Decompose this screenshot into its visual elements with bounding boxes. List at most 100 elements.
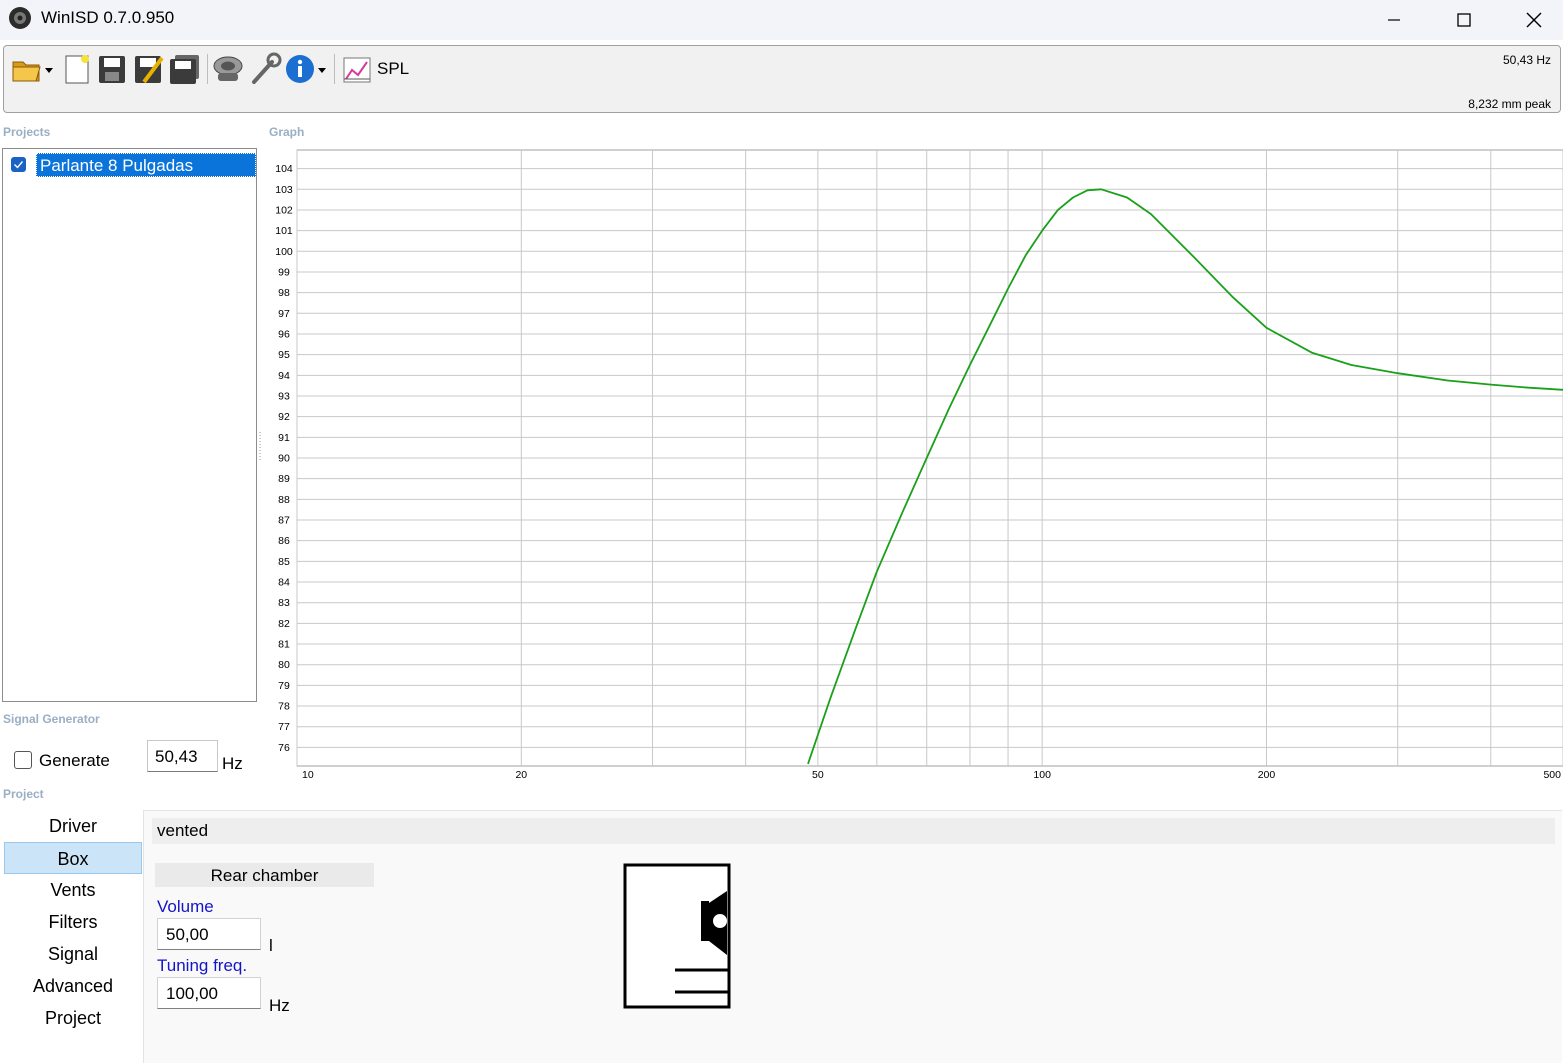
box-diagram bbox=[623, 863, 731, 1009]
y-tick-label: 102 bbox=[275, 204, 293, 216]
y-tick-label: 94 bbox=[278, 370, 290, 382]
checkmark-icon bbox=[14, 161, 24, 169]
status-excursion: 8,232 mm peak bbox=[1468, 97, 1551, 111]
y-tick-label: 86 bbox=[278, 535, 290, 547]
spl-label: SPL bbox=[377, 59, 410, 78]
tools-button[interactable] bbox=[248, 52, 282, 86]
generate-checkbox[interactable] bbox=[14, 751, 32, 769]
info-icon bbox=[286, 55, 326, 83]
volume-label: Volume bbox=[157, 897, 214, 916]
save-all-button[interactable] bbox=[168, 52, 202, 86]
x-tick-label: 100 bbox=[1033, 769, 1051, 781]
y-tick-label: 97 bbox=[278, 308, 290, 320]
generator-frequency-unit: Hz bbox=[222, 754, 243, 773]
x-tick-label: 200 bbox=[1258, 769, 1276, 781]
new-project-button[interactable] bbox=[62, 52, 94, 86]
project-name: Parlante 8 Pulgadas bbox=[36, 153, 256, 177]
y-tick-label: 78 bbox=[278, 701, 290, 713]
projects-section-label: Projects bbox=[3, 125, 51, 139]
y-tick-label: 103 bbox=[275, 184, 293, 196]
project-nav: Driver Box Vents Filters Signal Advanced… bbox=[4, 810, 142, 1034]
y-tick-label: 84 bbox=[278, 577, 290, 589]
close-icon bbox=[1526, 12, 1542, 28]
minimize-icon bbox=[1388, 19, 1400, 21]
graph-section-label: Graph bbox=[269, 125, 305, 139]
y-tick-label: 92 bbox=[278, 411, 290, 423]
minimize-button[interactable] bbox=[1359, 0, 1429, 40]
x-tick-label: 10 bbox=[302, 769, 314, 781]
x-tick-label: 50 bbox=[812, 769, 824, 781]
maximize-icon bbox=[1457, 13, 1471, 27]
y-tick-label: 89 bbox=[278, 473, 290, 485]
y-tick-label: 80 bbox=[278, 659, 290, 671]
generator-frequency-input[interactable]: 50,43 bbox=[147, 740, 218, 772]
y-tick-label: 85 bbox=[278, 556, 290, 568]
save-all-icon bbox=[170, 55, 199, 84]
y-tick-label: 91 bbox=[278, 432, 290, 444]
close-button[interactable] bbox=[1499, 0, 1563, 40]
toolbar-separator bbox=[334, 54, 335, 84]
box-panel bbox=[143, 810, 1562, 1063]
speaker-driver-icon bbox=[213, 56, 243, 81]
nav-driver[interactable]: Driver bbox=[4, 810, 142, 842]
save-as-button[interactable] bbox=[132, 52, 166, 86]
driver-editor-button[interactable] bbox=[211, 52, 245, 86]
generate-label: Generate bbox=[39, 751, 110, 770]
title-bar: WinISD 0.7.0.950 bbox=[0, 0, 1563, 40]
y-tick-label: 83 bbox=[278, 597, 290, 609]
tuning-freq-input[interactable]: 100,00 bbox=[157, 977, 261, 1009]
open-project-button[interactable] bbox=[10, 52, 56, 86]
y-tick-label: 81 bbox=[278, 639, 290, 651]
x-tick-label: 500 bbox=[1543, 769, 1561, 781]
window-title: WinISD 0.7.0.950 bbox=[41, 8, 175, 27]
open-folder-icon bbox=[12, 61, 53, 82]
signal-generator-section-label: Signal Generator bbox=[3, 712, 100, 726]
projects-list[interactable]: Parlante 8 Pulgadas bbox=[2, 148, 257, 702]
save-as-pencil-icon bbox=[135, 56, 164, 84]
x-tick-label: 20 bbox=[515, 769, 527, 781]
y-tick-label: 77 bbox=[278, 721, 290, 733]
maximize-button[interactable] bbox=[1429, 0, 1499, 40]
y-tick-label: 88 bbox=[278, 494, 290, 506]
y-tick-label: 76 bbox=[278, 742, 290, 754]
project-item[interactable]: Parlante 8 Pulgadas bbox=[9, 153, 256, 177]
save-button[interactable] bbox=[96, 52, 128, 86]
nav-vents[interactable]: Vents bbox=[4, 874, 142, 906]
volume-unit: l bbox=[269, 936, 273, 955]
y-tick-label: 99 bbox=[278, 266, 290, 278]
tuning-freq-label: Tuning freq. bbox=[157, 956, 248, 975]
wrench-icon bbox=[252, 52, 282, 84]
y-tick-label: 95 bbox=[278, 349, 290, 361]
y-tick-label: 104 bbox=[275, 163, 293, 175]
tuning-freq-unit: Hz bbox=[269, 996, 290, 1015]
nav-box[interactable]: Box bbox=[4, 842, 142, 874]
rear-chamber-header: Rear chamber bbox=[155, 863, 374, 887]
save-disk-icon bbox=[99, 56, 125, 83]
info-button[interactable] bbox=[284, 52, 332, 86]
y-tick-label: 96 bbox=[278, 328, 290, 340]
y-tick-label: 82 bbox=[278, 618, 290, 630]
graph-panel[interactable]: 76 77 78 79 80 81 82 83 84 85 86 87 88 89 90 91 92 93 94 95… bbox=[262, 148, 1563, 784]
spl-graph-icon bbox=[343, 57, 371, 83]
status-frequency: 50,43 Hz bbox=[1502, 53, 1551, 67]
nav-project[interactable]: Project bbox=[4, 1002, 142, 1034]
y-tick-label: 98 bbox=[278, 287, 290, 299]
project-section-label: Project bbox=[3, 787, 44, 801]
toolbar-separator bbox=[207, 54, 208, 84]
nav-advanced[interactable]: Advanced bbox=[4, 970, 142, 1002]
graph-type-button[interactable]: SPL bbox=[341, 52, 409, 86]
y-tick-label: 90 bbox=[278, 453, 290, 465]
project-checkbox[interactable] bbox=[11, 157, 26, 172]
nav-signal[interactable]: Signal bbox=[4, 938, 142, 970]
box-type-selector[interactable]: vented bbox=[152, 818, 1555, 844]
nav-filters[interactable]: Filters bbox=[4, 906, 142, 938]
new-document-icon bbox=[65, 55, 89, 84]
y-tick-label: 100 bbox=[275, 246, 293, 258]
volume-input[interactable]: 50,00 bbox=[157, 918, 261, 950]
y-tick-label: 93 bbox=[278, 390, 290, 402]
spl-chart: 76 77 78 79 80 81 82 83 84 85 86 87 88 89 90 91 92 93 94 95… bbox=[275, 149, 1563, 781]
y-tick-label: 79 bbox=[278, 680, 290, 692]
toolbar: SPL 50,43 Hz 8,232 mm peak bbox=[3, 45, 1561, 113]
app-speaker-icon bbox=[9, 7, 31, 29]
y-tick-label: 101 bbox=[275, 225, 293, 237]
